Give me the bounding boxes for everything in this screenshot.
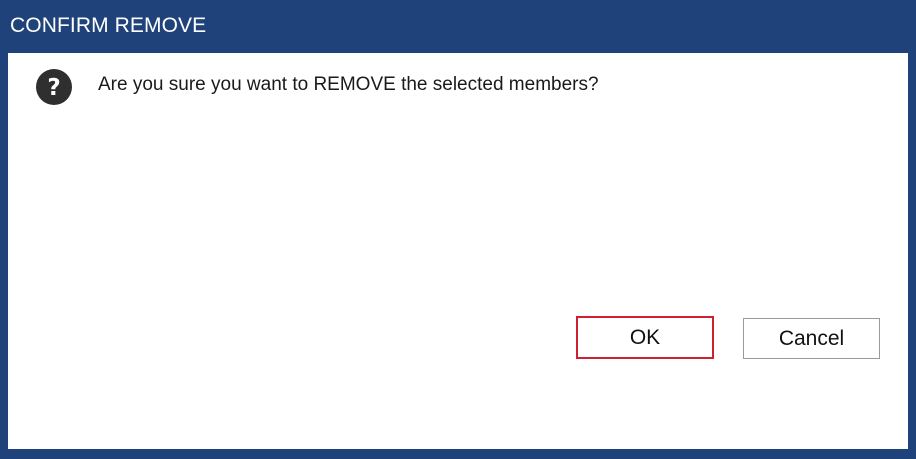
confirm-remove-dialog: CONFIRM REMOVE ? Are you sure you want t…: [0, 0, 916, 459]
dialog-content: ? Are you sure you want to REMOVE the se…: [8, 53, 908, 449]
dialog-title: CONFIRM REMOVE: [10, 14, 207, 37]
question-icon: ?: [36, 69, 72, 105]
title-bar: CONFIRM REMOVE: [0, 0, 916, 53]
ok-button[interactable]: OK: [576, 316, 714, 359]
svg-text:?: ?: [47, 75, 60, 101]
confirmation-message: Are you sure you want to REMOVE the sele…: [98, 74, 599, 95]
cancel-button[interactable]: Cancel: [743, 318, 880, 359]
